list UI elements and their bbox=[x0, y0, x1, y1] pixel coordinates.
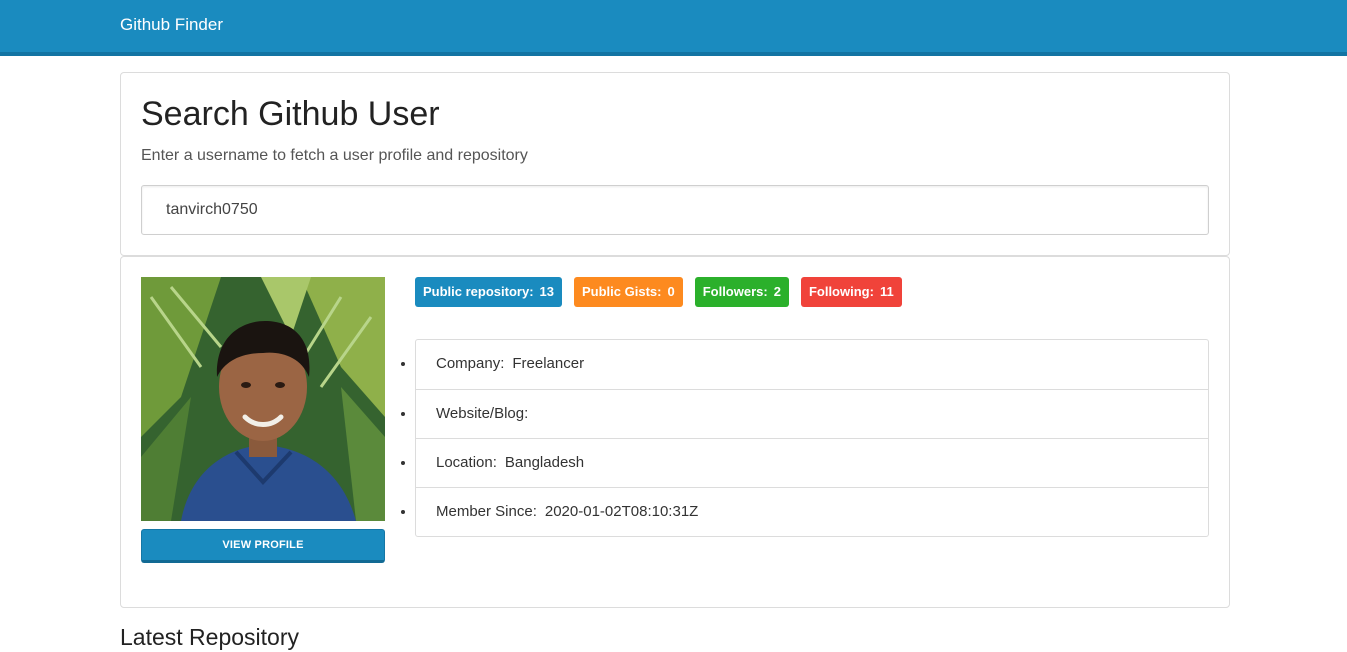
followers-badge: Followers: 2 bbox=[694, 277, 789, 307]
top-navbar: Github Finder bbox=[0, 0, 1347, 56]
detail-label: Location: bbox=[436, 454, 497, 471]
detail-label: Member Since: bbox=[436, 503, 537, 520]
stats-badges: Public repository: 13 Public Gists: 0 Foll… bbox=[415, 277, 914, 307]
website-item: Website/Blog: bbox=[416, 389, 1208, 438]
following-badge: Following: 11 bbox=[800, 277, 902, 307]
badge-value: 2 bbox=[773, 284, 781, 299]
detail-value: Freelancer bbox=[512, 355, 585, 372]
latest-repository-heading: Latest Repository bbox=[120, 624, 299, 650]
badge-label: Followers: bbox=[702, 284, 768, 299]
member-since-item: Member Since: 2020-01-02T08:10:31Z bbox=[416, 487, 1208, 536]
badge-value: 0 bbox=[667, 284, 675, 299]
brand-link[interactable]: Github Finder bbox=[120, 15, 223, 35]
search-subtitle: Enter a username to fetch a user profile… bbox=[141, 147, 528, 164]
profile-card: VIEW PROFILE Public repository: 13 Public… bbox=[120, 256, 1230, 608]
badge-label: Following: bbox=[808, 284, 874, 299]
detail-value: 2020-01-02T08:10:31Z bbox=[544, 503, 699, 520]
badge-label: Public repository: bbox=[423, 284, 534, 299]
detail-value: Bangladesh bbox=[504, 454, 585, 471]
view-profile-button[interactable]: VIEW PROFILE bbox=[141, 529, 385, 563]
badge-value: 11 bbox=[879, 284, 894, 299]
badge-label: Public Gists: bbox=[582, 284, 662, 299]
search-card: Search Github User Enter a username to f… bbox=[120, 72, 1230, 256]
avatar bbox=[141, 277, 385, 521]
badge-value: 13 bbox=[539, 284, 554, 299]
detail-label: Website/Blog: bbox=[436, 405, 529, 422]
public-gists-badge: Public Gists: 0 bbox=[574, 277, 683, 307]
public-repos-badge: Public repository: 13 bbox=[415, 277, 562, 307]
company-item: Company: Freelancer bbox=[416, 340, 1208, 389]
detail-label: Company: bbox=[436, 355, 505, 372]
profile-details-list: Company: Freelancer Website/Blog: Locatio… bbox=[415, 339, 1209, 537]
location-item: Location: Bangladesh bbox=[416, 438, 1208, 487]
search-input[interactable] bbox=[141, 185, 1209, 235]
search-title: Search Github User bbox=[141, 95, 440, 133]
avatar-photo bbox=[141, 277, 385, 521]
